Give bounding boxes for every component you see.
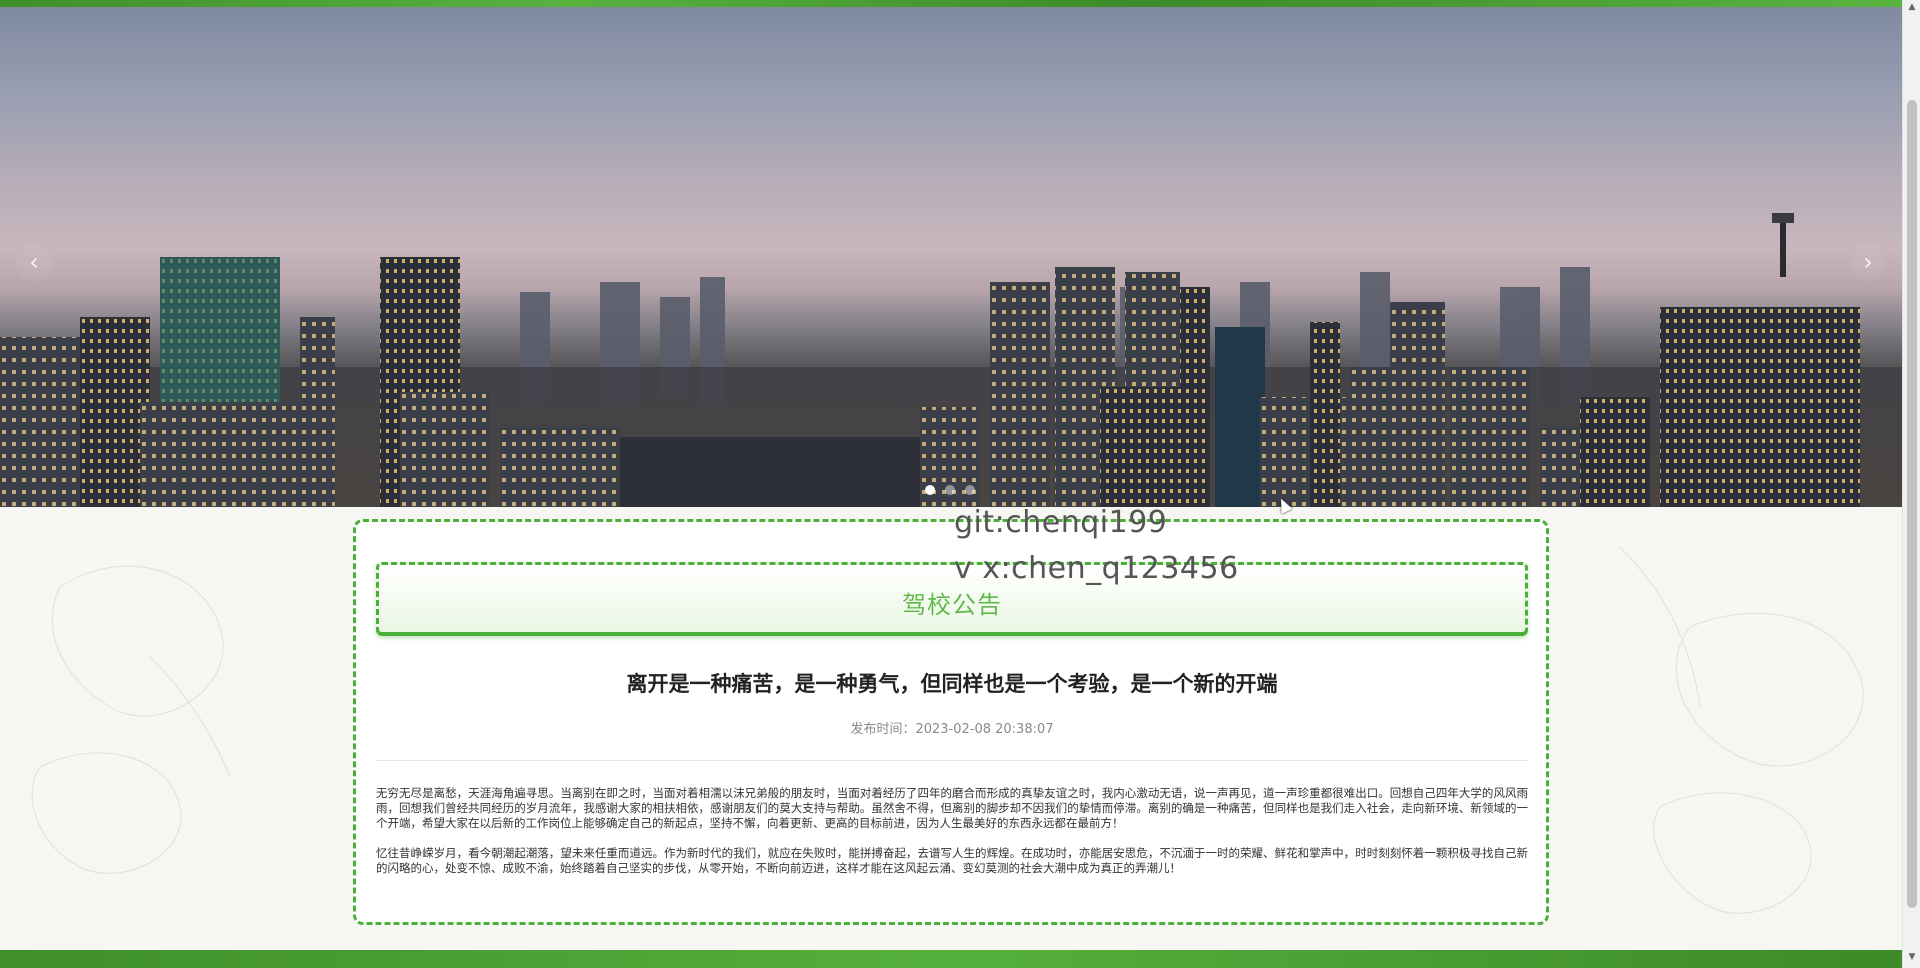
page: ‹ › 驾校公告 离开是一种痛苦，是一种勇气，但同样也是一个考验，是一个新的开端… [0, 0, 1920, 968]
article-title: 离开是一种痛苦，是一种勇气，但同样也是一个考验，是一个新的开端 [626, 672, 1278, 696]
carousel-indicators [925, 485, 975, 495]
top-accent-strip [0, 0, 1902, 7]
scroll-up-icon[interactable]: ▲ [1907, 2, 1917, 12]
hero-carousel[interactable]: ‹ › [0, 7, 1902, 507]
notice-card: 驾校公告 离开是一种痛苦，是一种勇气，但同样也是一个考验，是一个新的开端 发布时… [353, 519, 1549, 925]
carousel-dot-3[interactable] [965, 485, 975, 495]
carousel-dot-1[interactable] [925, 485, 935, 495]
watermark-line-1: git:chenqi199 [954, 505, 1168, 540]
article-paragraph-1: 无穷无尽是离愁，天涯海角遍寻思。当离别在即之时，当面对着相濡以沫兄弟般的朋友时，… [376, 786, 1528, 830]
article-paragraph-2: 忆往昔峥嵘岁月，看今朝潮起潮落，望未来任重而道远。作为新时代的我们，就应在失败时… [376, 846, 1528, 875]
notice-header: 驾校公告 [376, 562, 1528, 636]
divider [376, 760, 1528, 761]
city-skyline-image [0, 213, 1902, 507]
carousel-prev-button[interactable]: ‹ [16, 245, 52, 281]
watermark-line-2: v x:chen_q123456 [954, 551, 1239, 586]
vertical-scrollbar[interactable]: ▲ ▼ [1902, 0, 1920, 968]
carousel-dot-2[interactable] [945, 485, 955, 495]
scrollbar-thumb[interactable] [1907, 100, 1917, 908]
notice-header-title: 驾校公告 [902, 591, 1002, 619]
scroll-down-icon[interactable]: ▼ [1907, 952, 1917, 962]
carousel-next-button[interactable]: › [1850, 245, 1886, 281]
publish-time: 发布时间：2023-02-08 20:38:07 [850, 722, 1054, 737]
footer-bar [0, 950, 1902, 968]
